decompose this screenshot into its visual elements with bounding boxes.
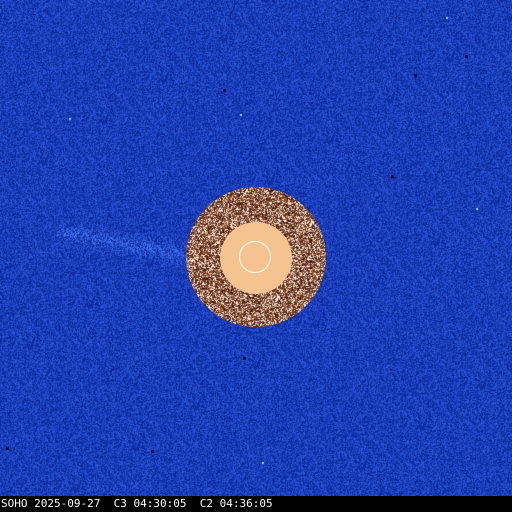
date-label: 2025-09-27 bbox=[34, 497, 101, 510]
c3-time: 04:30:05 bbox=[133, 497, 187, 510]
c2-label: C2 bbox=[199, 497, 213, 510]
c3-label: C3 bbox=[113, 497, 127, 510]
image-caption: SOHO 2025-09-27 C3 04:30:05 C2 04:36:05 bbox=[0, 496, 512, 512]
sun-outline bbox=[239, 241, 271, 273]
coronagraph-image: SOHO 2025-09-27 C3 04:30:05 C2 04:36:05 bbox=[0, 0, 512, 512]
c2-time: 04:36:05 bbox=[219, 497, 273, 510]
observatory-label: SOHO bbox=[1, 497, 28, 510]
